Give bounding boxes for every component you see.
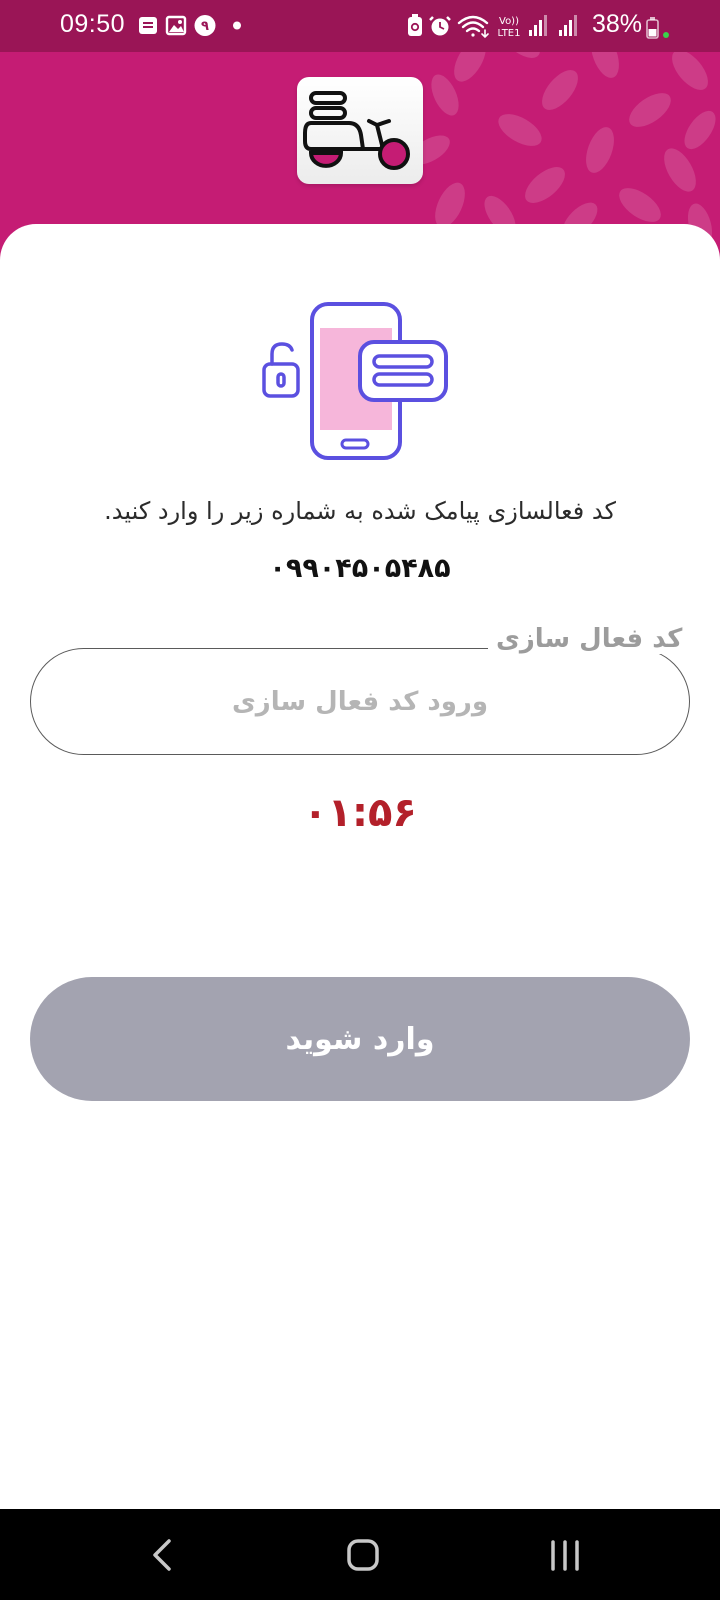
sms-bubble-icon: [358, 340, 448, 402]
status-left-icons: ۹: [139, 15, 241, 36]
back-chevron-icon[interactable]: [133, 1529, 193, 1581]
phone-number: ۰۹۹۰۴۵۰۵۴۸۵: [269, 553, 451, 584]
instruction-text: کد فعالسازی پیامک شده به شماره زیر را وا…: [104, 497, 616, 525]
activation-code-label: کد فعال سازی: [488, 624, 691, 654]
screen: 09:50 ۹ Vo)) LTE1 38% کد فعالسازی پیامک …: [0, 0, 720, 1600]
login-button[interactable]: وارد شوید: [30, 977, 690, 1101]
wifi-icon: [457, 15, 489, 39]
dot-icon: [233, 21, 241, 30]
countdown-timer: ۰۱:۵۶: [303, 790, 417, 836]
recents-icon[interactable]: [535, 1529, 595, 1581]
status-time: 09:50: [60, 10, 126, 38]
padlock-icon: [262, 342, 300, 398]
volte-icon: Vo)) LTE1: [498, 16, 521, 39]
svg-text:Vo)): Vo)): [499, 16, 519, 27]
navigation-bar: [0, 1509, 720, 1600]
app-logo: [297, 77, 423, 184]
activation-code-input[interactable]: [32, 650, 688, 753]
home-icon[interactable]: [333, 1529, 393, 1581]
battery-percentage: 38%: [592, 10, 643, 38]
signal-icon: [529, 15, 547, 36]
svg-text:۹: ۹: [201, 19, 209, 34]
phone-sms-unlock-icon: [262, 302, 448, 460]
delivery-scooter-icon: [303, 91, 410, 170]
app-badge-icon: ۹: [194, 15, 216, 36]
status-bar: 09:50 ۹ Vo)) LTE1 38%: [0, 0, 720, 52]
signal-icon: [559, 15, 577, 36]
svg-text:LTE1: LTE1: [498, 28, 521, 39]
status-right-icons: Vo)) LTE1: [408, 14, 577, 39]
gallery-icon: [165, 15, 187, 36]
alarm-icon: [429, 16, 451, 36]
battery-icon: [646, 17, 669, 39]
battery-saver-icon: [408, 14, 422, 36]
message-icon: [139, 17, 157, 34]
